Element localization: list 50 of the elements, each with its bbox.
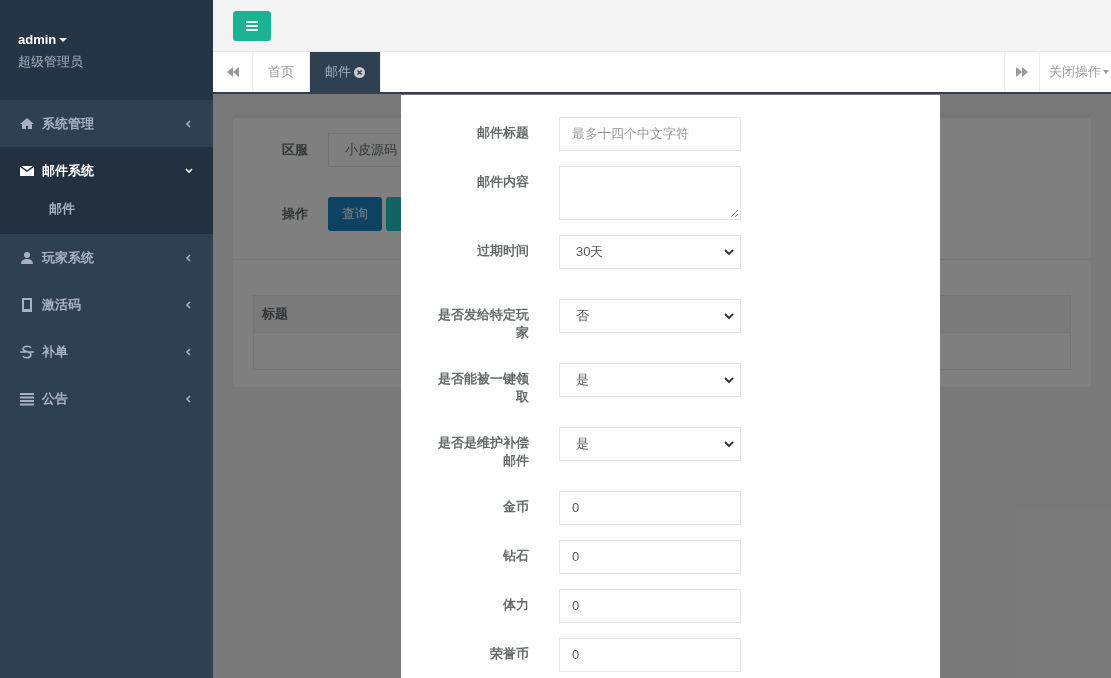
input-field[interactable]: 0: [559, 638, 741, 672]
close-icon[interactable]: [354, 66, 365, 78]
field-label: 邮件标题: [476, 124, 529, 142]
chevron-left-icon: [185, 394, 193, 403]
home-icon: [20, 116, 34, 131]
envelope-icon: [20, 163, 34, 178]
field-label: 操作: [281, 205, 308, 224]
chevron-down-icon: [185, 166, 193, 175]
user-icon: [20, 250, 34, 265]
chevron-down-icon: [724, 312, 734, 320]
select-field[interactable]: 否: [559, 299, 741, 333]
input-field[interactable]: 0: [559, 540, 741, 574]
field-label: 是否发给特定玩家: [437, 306, 529, 342]
double-left-arrow-icon: [226, 67, 239, 77]
submenu-item[interactable]: 邮件: [0, 194, 213, 224]
field-label: 邮件内容: [476, 173, 529, 191]
select-field[interactable]: 是: [559, 427, 741, 461]
chevron-down-icon: [724, 248, 734, 256]
chevron-left-icon: [185, 300, 193, 309]
field-label: 钻石: [501, 547, 529, 565]
field-label: 荣誉币: [489, 645, 529, 663]
user-name[interactable]: admin: [18, 30, 57, 50]
field-label: 区服: [281, 141, 308, 160]
menu-icon: [246, 20, 258, 31]
chevron-left-icon: [185, 253, 193, 262]
input-field[interactable]: 0: [559, 491, 741, 525]
caret-icon: [59, 37, 68, 42]
column-header: 标题: [262, 305, 288, 324]
field-label: 是否是维护补偿邮件: [437, 434, 529, 470]
caret-icon: [1103, 70, 1109, 74]
chevron-left-icon: [185, 347, 193, 356]
field-label: 是否能被一键领取: [437, 370, 529, 406]
double-right-arrow-icon: [1016, 67, 1028, 77]
tab[interactable]: 邮件: [310, 52, 381, 92]
field-label: 过期时间: [476, 242, 529, 260]
menu-toggle-button[interactable]: [233, 10, 271, 41]
select-field[interactable]: 30天: [559, 235, 741, 269]
user-role: 超级管理员: [18, 52, 84, 71]
field-label: 体力: [501, 596, 529, 614]
textarea-field[interactable]: [559, 166, 741, 220]
list-icon: [20, 391, 34, 406]
input-field[interactable]: 0: [559, 589, 741, 623]
strikethrough-icon: [20, 344, 34, 359]
field-label: 金币: [502, 498, 529, 516]
book-icon: [20, 297, 34, 312]
resize-handle-icon[interactable]: [731, 210, 738, 217]
select-field[interactable]: 是: [559, 363, 741, 397]
chevron-down-icon: [724, 440, 734, 448]
chevron-down-icon: [724, 376, 734, 384]
chevron-left-icon: [185, 119, 193, 128]
